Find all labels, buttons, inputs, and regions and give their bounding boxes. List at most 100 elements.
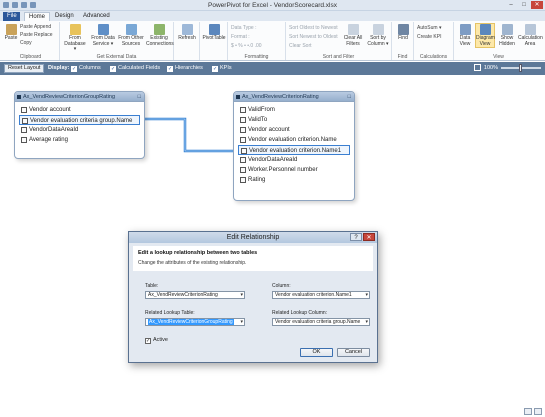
field-row[interactable]: VendorDataAreaId <box>238 155 350 165</box>
dialog-title-bar[interactable]: Edit Relationship ? ✕ <box>129 232 377 243</box>
from-data-service-button[interactable]: From Data Service ▾ <box>90 24 116 47</box>
column-icon <box>240 137 246 143</box>
table-header[interactable]: Ax_VendReviewCriterionRating □ <box>234 92 354 102</box>
tab-file[interactable]: File <box>3 12 20 21</box>
create-kpi-button[interactable]: Create KPI <box>417 34 441 40</box>
column-icon <box>240 157 246 163</box>
table-icon <box>236 95 240 99</box>
zoom-control: 100% <box>473 63 541 72</box>
tab-home[interactable]: Home <box>24 12 51 21</box>
clear-all-filters-button[interactable]: Clear All Filters <box>342 24 364 47</box>
tab-design[interactable]: Design <box>51 12 78 21</box>
dialog-controls: ? ✕ <box>350 233 375 241</box>
active-checkbox[interactable]: ✓ Active <box>145 337 168 344</box>
column-dropdown[interactable]: Vendor evaluation criterion.Name1 ▾ <box>272 291 370 299</box>
calculation-area-button[interactable]: Calculation Area <box>518 24 543 47</box>
display-calculated-fields-checkbox[interactable]: ✓ Calculated Fields <box>110 65 160 72</box>
sort-by-column-button[interactable]: Sort by Column ▾ <box>366 24 390 47</box>
diagram-view-icon[interactable] <box>534 408 542 415</box>
maximize-icon[interactable]: □ <box>138 92 141 102</box>
paste-append-button[interactable]: Paste Append <box>20 24 51 30</box>
column-icon <box>241 148 247 154</box>
find-label: Find <box>397 54 408 60</box>
sort-ascending-button[interactable]: Sort Oldest to Newest <box>289 25 338 31</box>
table-criterion-group-rating[interactable]: Ax_VendReviewCriterionGroupRating □ Vend… <box>14 91 145 159</box>
field-row[interactable]: Vendor evaluation criterion.Name <box>238 135 350 145</box>
field-row[interactable]: ValidTo <box>238 115 350 125</box>
table-title: Ax_VendReviewCriterionRating <box>242 94 319 100</box>
field-row[interactable]: Vendor account <box>19 105 140 115</box>
related-lookup-column-label: Related Lookup Column: <box>272 310 328 316</box>
sort-descending-button[interactable]: Sort Newest to Oldest <box>289 34 338 40</box>
pivottable-group: PivotTable <box>200 22 228 60</box>
clear-sort-button[interactable]: Clear Sort <box>289 43 312 49</box>
from-database-button[interactable]: From Database ▾ <box>63 24 87 53</box>
field-row[interactable]: ValidFrom <box>238 105 350 115</box>
window-title: PowerPivot for Excel - VendorScorecard.x… <box>208 2 337 9</box>
related-lookup-table-dropdown[interactable]: Ax_VendReviewCriterionGroupRating ▾ <box>145 318 245 326</box>
field-row[interactable]: Average rating <box>19 135 140 145</box>
paste-button[interactable]: Paste <box>4 24 18 42</box>
column-icon <box>240 127 246 133</box>
display-columns-checkbox[interactable]: ✓ Columns <box>71 65 101 72</box>
number-format-buttons[interactable]: $ • % • •.0 .00 <box>231 43 262 49</box>
restore-button[interactable]: □ <box>518 1 530 9</box>
sort-filter-label: Sort and Filter <box>322 54 355 60</box>
calculation-area-icon <box>524 24 536 35</box>
find-button[interactable]: Find <box>395 24 411 42</box>
ok-button[interactable]: OK <box>300 348 333 357</box>
chevron-down-icon: ▾ <box>240 319 243 325</box>
related-lookup-column-dropdown[interactable]: Vendor evaluation criteria group.Name ▾ <box>272 318 370 326</box>
field-row[interactable]: VendorDataAreaId <box>19 125 140 135</box>
display-kpis-checkbox[interactable]: ✓ KPIs <box>212 65 232 72</box>
relationship-connector[interactable] <box>145 117 233 153</box>
column-label: Column: <box>272 283 291 289</box>
data-view-button[interactable]: Data View <box>456 24 474 47</box>
pivottable-button[interactable]: PivotTable <box>202 24 226 42</box>
column-icon <box>240 117 246 123</box>
field-row-selected[interactable]: Vendor evaluation criteria group.Name <box>19 115 140 125</box>
table-criterion-rating[interactable]: Ax_VendReviewCriterionRating □ ValidFrom… <box>233 91 355 201</box>
zoom-level: 100% <box>483 64 498 71</box>
sort-icon <box>372 24 384 35</box>
relationship-connector-highlight <box>145 118 233 152</box>
window-controls: – □ ✕ <box>505 1 543 9</box>
table-header[interactable]: Ax_VendReviewCriterionGroupRating □ <box>15 92 144 102</box>
chevron-down-icon: ▾ <box>240 292 243 298</box>
tab-advanced[interactable]: Advanced <box>79 12 114 21</box>
display-hierarchies-checkbox[interactable]: ✓ Hierarchies <box>167 65 203 72</box>
title-bar: PowerPivot for Excel - VendorScorecard.x… <box>0 0 545 11</box>
field-row-selected[interactable]: Vendor evaluation criterion.Name1 <box>238 145 350 155</box>
calculations-label: Calculations <box>419 54 448 60</box>
cancel-button[interactable]: Cancel <box>337 348 370 357</box>
dialog-header-panel: Edit a lookup relationship between two t… <box>133 246 373 271</box>
maximize-icon[interactable]: □ <box>348 92 351 102</box>
reset-layout-button[interactable]: Reset Layout <box>4 64 45 73</box>
minimize-button[interactable]: – <box>505 1 517 9</box>
existing-connections-button[interactable]: Existing Connections <box>146 24 174 47</box>
ribbon: Paste Paste Append Paste Replace Copy Cl… <box>0 21 545 61</box>
refresh-button[interactable]: Refresh <box>177 24 197 42</box>
close-button[interactable]: ✕ <box>531 1 543 9</box>
show-hidden-button[interactable]: Show Hidden <box>497 24 517 47</box>
field-row[interactable]: Worker.Personnel number <box>238 165 350 175</box>
zoom-slider[interactable] <box>501 63 541 72</box>
field-row[interactable]: Vendor account <box>238 125 350 135</box>
column-icon <box>21 137 27 143</box>
dialog-close-button[interactable]: ✕ <box>363 233 375 241</box>
help-button[interactable]: ? <box>350 233 362 241</box>
diagram-view-button[interactable]: Diagram View <box>475 23 495 49</box>
data-type-dropdown[interactable]: Data Type : <box>231 25 256 31</box>
table-label: Table: <box>145 283 159 289</box>
paste-replace-button[interactable]: Paste Replace <box>20 32 53 38</box>
field-row[interactable]: Rating <box>238 175 350 185</box>
zoom-slider-handle[interactable] <box>519 63 522 72</box>
copy-button[interactable]: Copy <box>20 40 32 46</box>
database-icon <box>69 24 81 35</box>
table-dropdown[interactable]: Ax_VendReviewCriterionRating ▾ <box>145 291 245 299</box>
grid-view-icon[interactable] <box>524 408 532 415</box>
format-dropdown[interactable]: Format : <box>231 34 250 40</box>
autosum-button[interactable]: AutoSum ▾ <box>417 25 441 31</box>
fit-to-screen-icon[interactable] <box>473 64 481 71</box>
from-other-sources-button[interactable]: From Other Sources <box>118 24 144 47</box>
